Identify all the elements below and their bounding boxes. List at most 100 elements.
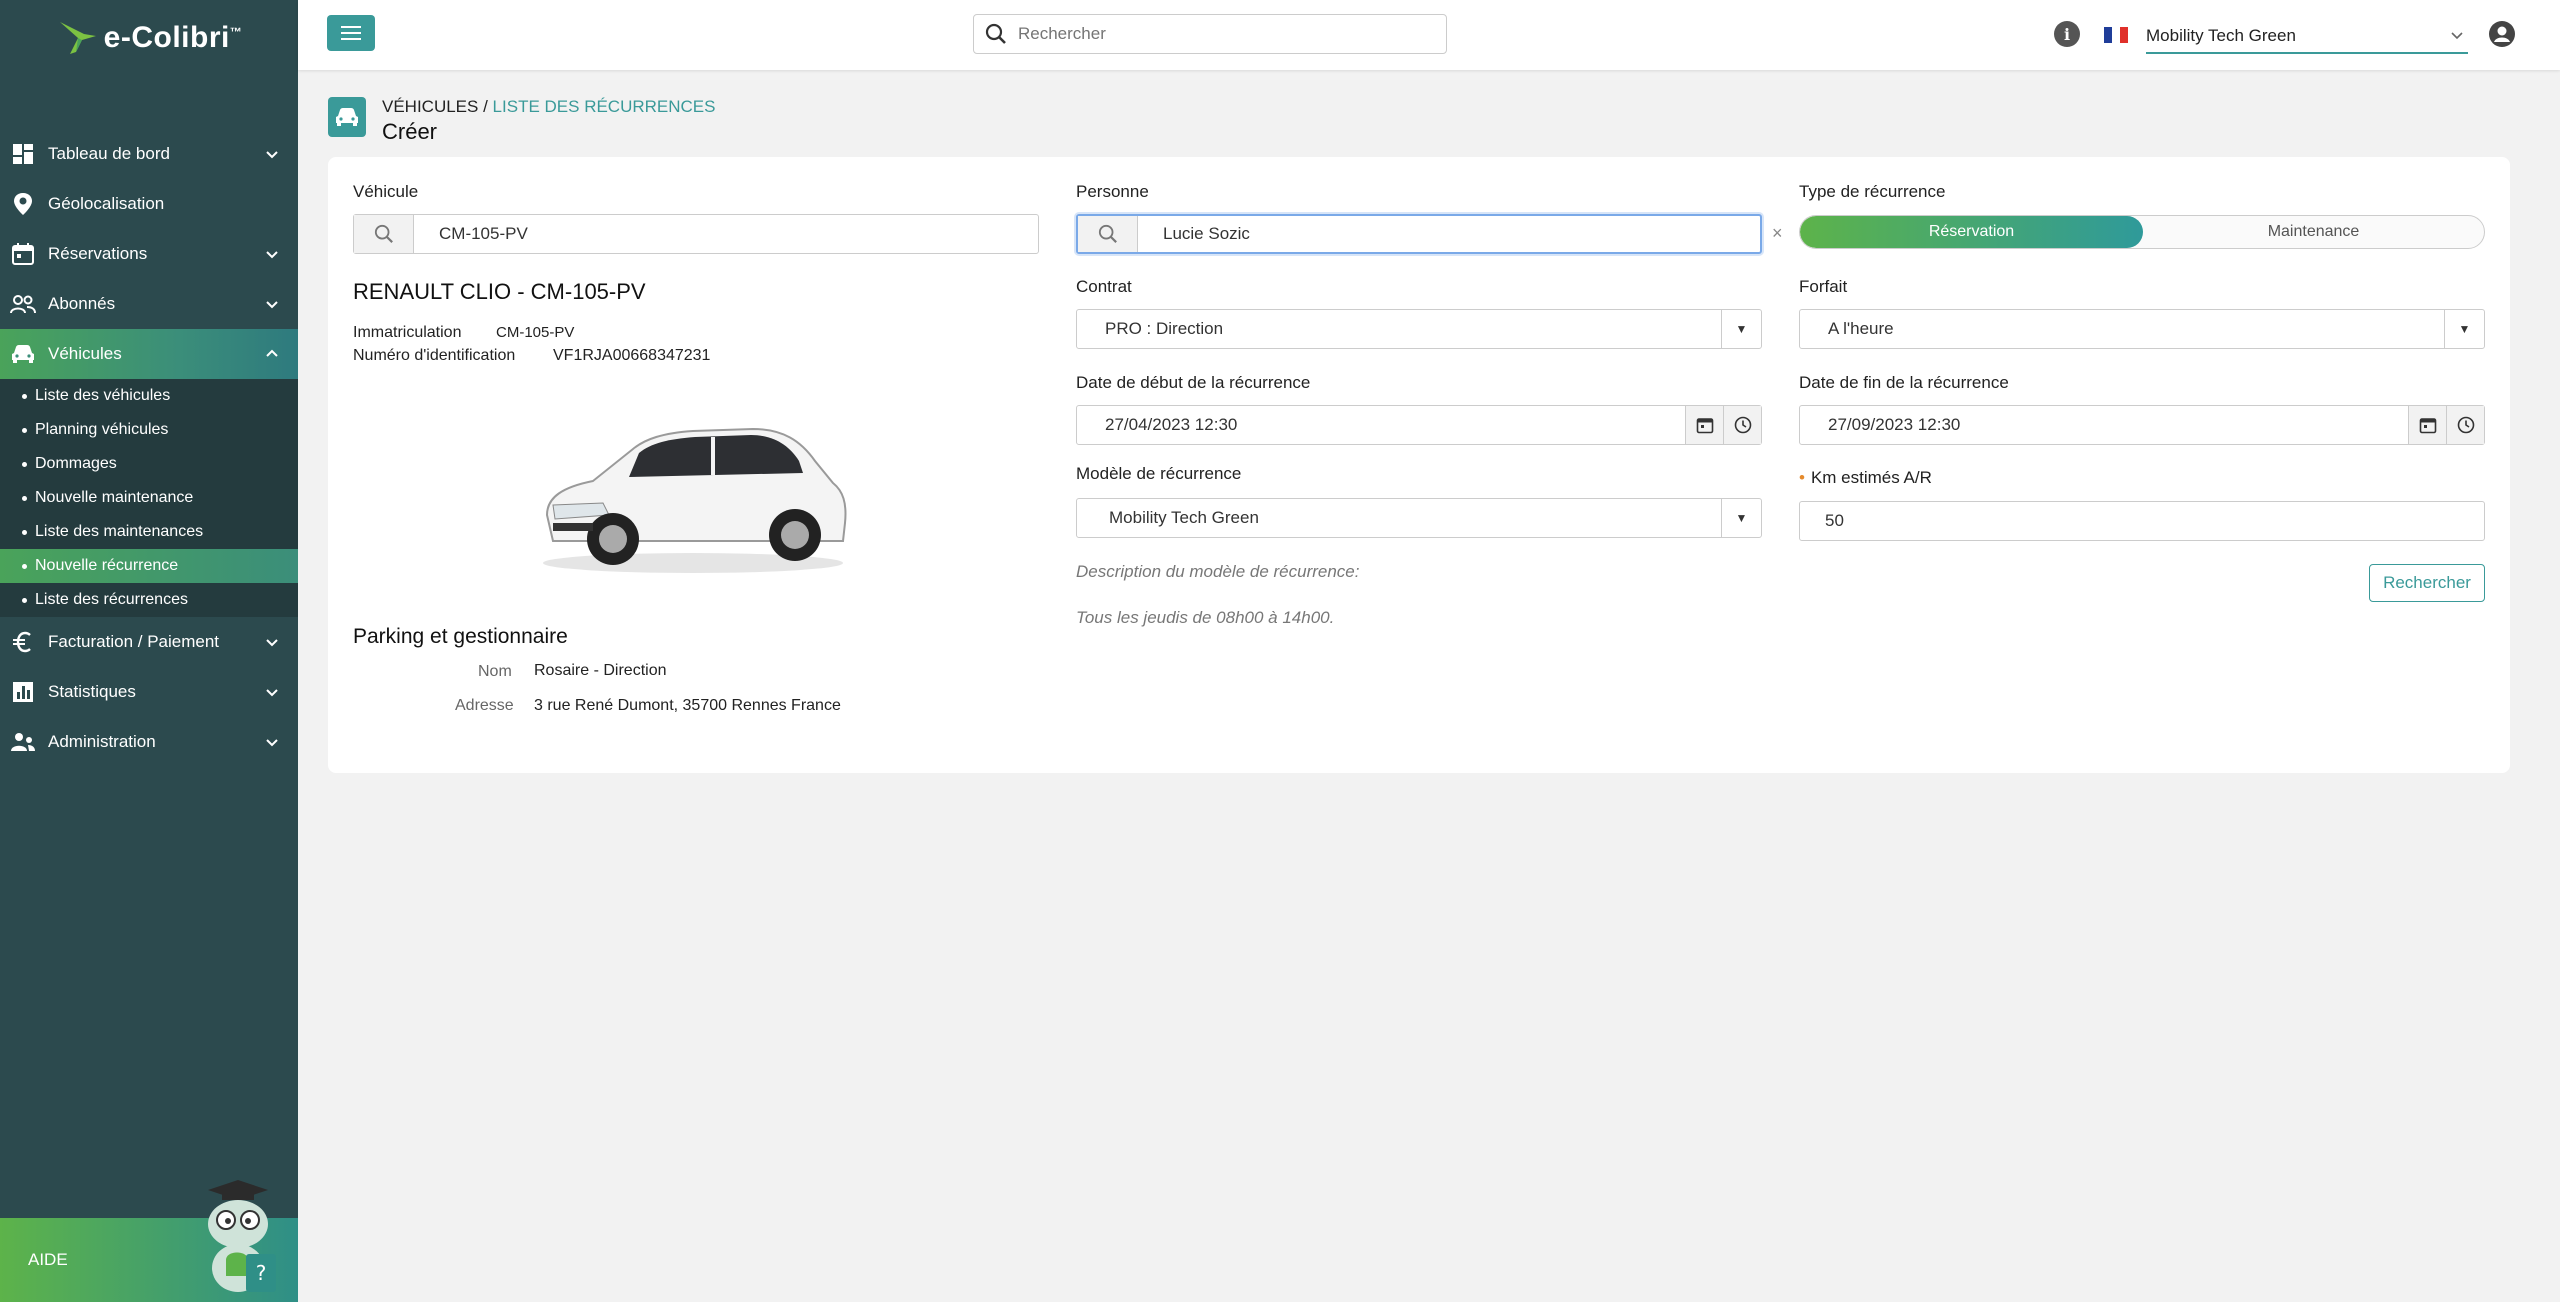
car-icon bbox=[10, 341, 36, 367]
model-select[interactable]: Mobility Tech Green ▼ bbox=[1076, 498, 1762, 538]
sidebar-item-geolocalisation[interactable]: Géolocalisation bbox=[0, 179, 298, 229]
submenu-item-liste-vehicules[interactable]: Liste des véhicules bbox=[0, 379, 298, 413]
calendar-icon[interactable] bbox=[2408, 406, 2446, 444]
model-description-label: Description du modèle de récurrence: bbox=[1076, 562, 1360, 581]
search-icon bbox=[974, 23, 1018, 45]
toggle-option-maintenance[interactable]: Maintenance bbox=[2143, 216, 2484, 248]
bullet-icon bbox=[22, 461, 27, 467]
location-pin-icon bbox=[10, 191, 36, 217]
bar-chart-icon bbox=[10, 679, 36, 705]
date-start-value: 27/04/2023 12:30 bbox=[1105, 415, 1238, 434]
dropdown-arrow-icon: ▼ bbox=[2444, 310, 2484, 348]
dashboard-icon bbox=[10, 141, 36, 167]
info-icon[interactable]: i bbox=[2054, 21, 2080, 47]
sidebar-item-abonnes[interactable]: Abonnés bbox=[0, 279, 298, 329]
chevron-up-icon bbox=[266, 349, 278, 357]
hamburger-menu-button[interactable] bbox=[327, 15, 375, 51]
nom-label: Nom bbox=[478, 663, 512, 680]
person-search-field[interactable]: Lucie Sozic bbox=[1076, 214, 1762, 254]
bullet-icon bbox=[22, 529, 27, 535]
hamburger-icon-line bbox=[341, 32, 361, 34]
sidebar-item-label: Véhicules bbox=[48, 344, 122, 363]
vehicle-search-value: CM-105-PV bbox=[439, 224, 528, 243]
svg-text:?: ? bbox=[256, 1261, 267, 1285]
search-icon bbox=[354, 215, 414, 253]
forfait-select[interactable]: A l'heure ▼ bbox=[1799, 309, 2485, 349]
sidebar-item-statistiques[interactable]: Statistiques bbox=[0, 667, 298, 717]
breadcrumb: VÉHICULES / LISTE DES RÉCURRENCES bbox=[382, 97, 715, 117]
km-label: Km estimés A/R bbox=[1810, 468, 1932, 487]
submenu-item-label: Planning véhicules bbox=[35, 421, 169, 438]
sidebar-item-label: Tableau de bord bbox=[48, 144, 170, 163]
recurrence-form-card: Véhicule CM-105-PV RENAULT CLIO - CM-105… bbox=[328, 157, 2510, 773]
breadcrumb-separator: / bbox=[478, 97, 493, 116]
date-end-label: Date de fin de la récurrence bbox=[1799, 373, 2009, 392]
sidebar-item-label: Facturation / Paiement bbox=[48, 632, 220, 651]
submenu-item-label: Liste des récurrences bbox=[35, 591, 188, 608]
sidebar-item-administration[interactable]: Administration bbox=[0, 717, 298, 767]
sidebar: e-Colibri™ Tableau de bord Géolocalisati… bbox=[0, 0, 298, 1302]
global-search[interactable] bbox=[973, 14, 1447, 54]
model-description-value: Tous les jeudis de 08h00 à 14h00. bbox=[1076, 608, 1335, 627]
chevron-down-icon bbox=[266, 739, 278, 747]
clock-icon[interactable] bbox=[2446, 406, 2484, 444]
admin-users-icon bbox=[10, 729, 36, 755]
date-end-field[interactable]: 27/09/2023 12:30 bbox=[1799, 405, 2485, 445]
clock-icon[interactable] bbox=[1723, 406, 1761, 444]
organization-select-value: Mobility Tech Green bbox=[2146, 26, 2296, 45]
model-label: Modèle de récurrence bbox=[1076, 464, 1242, 483]
app-logo[interactable]: e-Colibri™ bbox=[0, 0, 298, 70]
km-label-row: • Km estimés A/R bbox=[1799, 468, 1932, 488]
immatriculation-value: CM-105-PV bbox=[496, 324, 575, 341]
contrat-select[interactable]: PRO : Direction ▼ bbox=[1076, 309, 1762, 349]
vehicle-image bbox=[543, 427, 847, 573]
users-icon bbox=[10, 291, 36, 317]
type-label: Type de récurrence bbox=[1799, 182, 1946, 201]
user-account-icon[interactable] bbox=[2488, 20, 2516, 48]
model-select-value: Mobility Tech Green bbox=[1109, 508, 1259, 527]
nom-value: Rosaire - Direction bbox=[534, 662, 667, 679]
recurrence-type-toggle[interactable]: Réservation Maintenance bbox=[1799, 215, 2485, 249]
date-end-value: 27/09/2023 12:30 bbox=[1828, 415, 1961, 434]
organization-select[interactable]: Mobility Tech Green bbox=[2146, 20, 2468, 54]
mascot-icon[interactable]: ? bbox=[188, 1176, 288, 1296]
rechercher-button[interactable]: Rechercher bbox=[2369, 564, 2485, 602]
submenu-item-liste-maintenances[interactable]: Liste des maintenances bbox=[0, 515, 298, 549]
date-start-field[interactable]: 27/04/2023 12:30 bbox=[1076, 405, 1762, 445]
date-start-label: Date de début de la récurrence bbox=[1076, 373, 1311, 392]
help-label: AIDE bbox=[28, 1250, 68, 1269]
top-bar: i Mobility Tech Green bbox=[298, 0, 2560, 70]
global-search-input[interactable] bbox=[1018, 24, 1418, 44]
submenu-item-nouvelle-maintenance[interactable]: Nouvelle maintenance bbox=[0, 481, 298, 515]
adresse-value: 3 rue René Dumont, 35700 Rennes France bbox=[534, 697, 841, 714]
sidebar-item-vehicules[interactable]: Véhicules bbox=[0, 329, 298, 379]
vehicle-search-field[interactable]: CM-105-PV bbox=[353, 214, 1039, 254]
sidebar-item-reservations[interactable]: Réservations bbox=[0, 229, 298, 279]
km-input[interactable]: 50 bbox=[1799, 501, 2485, 541]
submenu-item-label: Dommages bbox=[35, 455, 117, 472]
page-title: Créer bbox=[382, 119, 438, 144]
chevron-down-icon bbox=[266, 301, 278, 309]
hummingbird-logo-icon bbox=[59, 22, 96, 54]
immatriculation-label: Immatriculation bbox=[353, 324, 462, 341]
person-search-value: Lucie Sozic bbox=[1163, 224, 1250, 243]
vehicules-submenu: Liste des véhicules Planning véhicules D… bbox=[0, 379, 298, 617]
breadcrumb-vehicules[interactable]: VÉHICULES bbox=[382, 97, 478, 116]
sidebar-item-tableau-de-bord[interactable]: Tableau de bord bbox=[0, 129, 298, 179]
sidebar-nav: Tableau de bord Géolocalisation Réservat… bbox=[0, 129, 298, 767]
hamburger-icon-line bbox=[341, 38, 361, 40]
clear-person-icon[interactable]: × bbox=[1772, 223, 1783, 244]
toggle-option-reservation[interactable]: Réservation bbox=[1800, 216, 2143, 248]
submenu-item-planning-vehicules[interactable]: Planning véhicules bbox=[0, 413, 298, 447]
sidebar-item-facturation[interactable]: Facturation / Paiement bbox=[0, 617, 298, 667]
submenu-item-nouvelle-recurrence[interactable]: Nouvelle récurrence bbox=[0, 549, 298, 583]
contrat-label: Contrat bbox=[1076, 277, 1132, 296]
vin-value: VF1RJA00668347231 bbox=[553, 347, 711, 364]
submenu-item-label: Liste des véhicules bbox=[35, 387, 171, 404]
calendar-icon[interactable] bbox=[1685, 406, 1723, 444]
french-flag-icon[interactable] bbox=[2104, 27, 2128, 43]
submenu-item-liste-recurrences[interactable]: Liste des récurrences bbox=[0, 583, 298, 617]
submenu-item-label: Liste des maintenances bbox=[35, 523, 204, 540]
breadcrumb-liste-recurrences[interactable]: LISTE DES RÉCURRENCES bbox=[493, 97, 716, 116]
submenu-item-dommages[interactable]: Dommages bbox=[0, 447, 298, 481]
